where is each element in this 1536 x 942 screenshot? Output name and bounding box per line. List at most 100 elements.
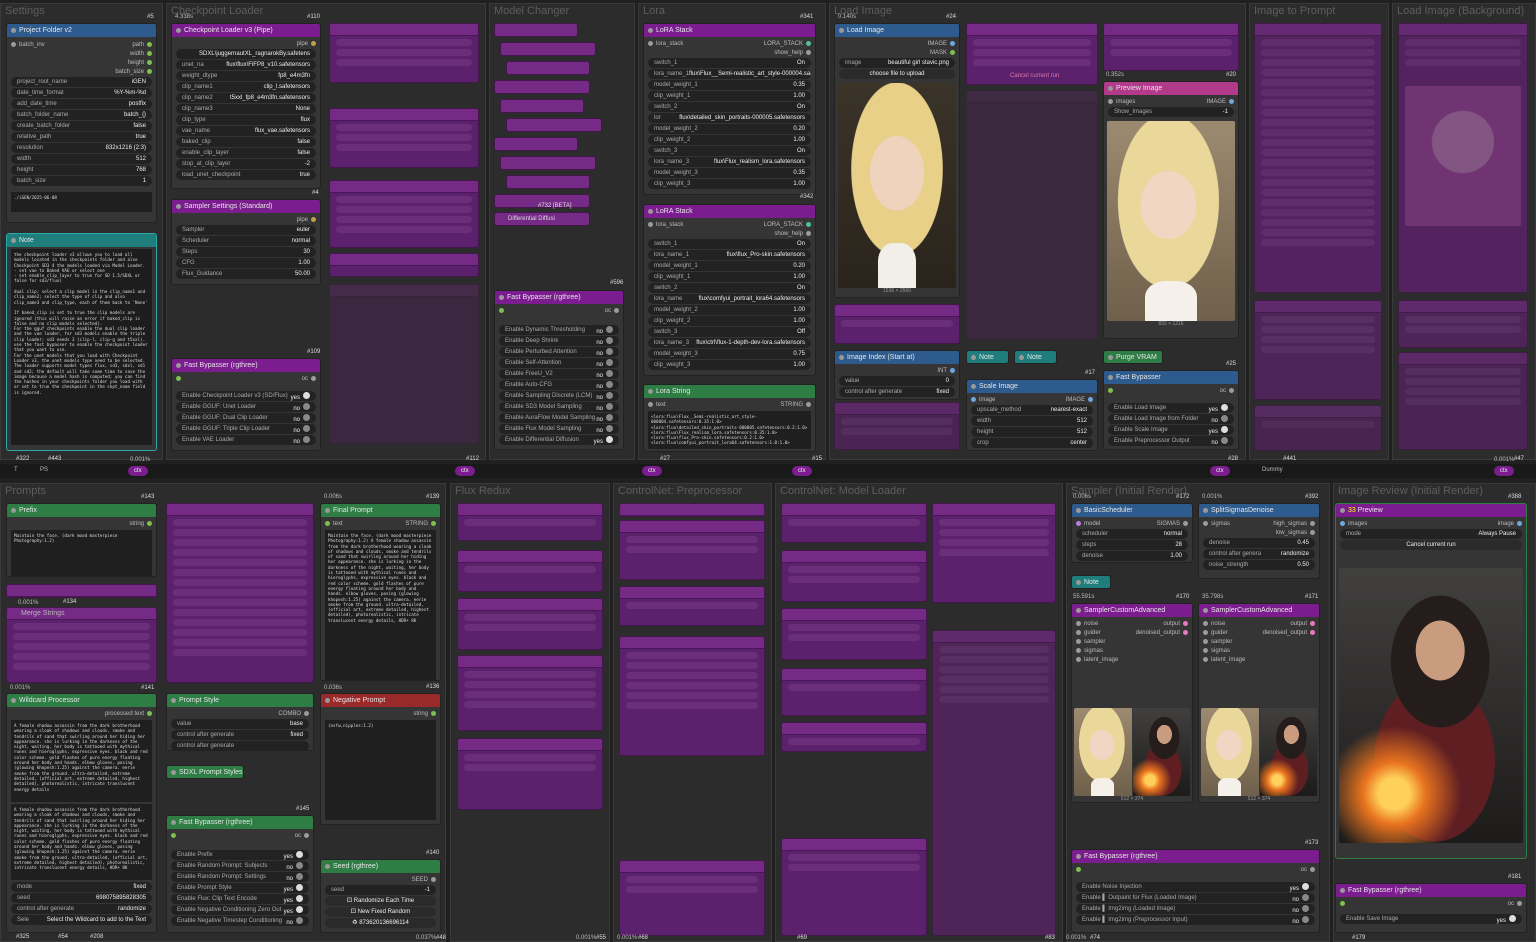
node-title[interactable]: Sampler Settings (Standard) <box>172 200 320 213</box>
output-slot[interactable]: IMAGE <box>1207 99 1234 105</box>
workflow-canvas[interactable]: Settings Checkpoint Loader Model Changer… <box>0 0 1536 942</box>
widget-lor[interactable]: lor flux\detailed_skin_portraits-000005.s… <box>648 113 811 123</box>
bypassed-node[interactable] <box>329 284 479 444</box>
toggle-knob[interactable] <box>606 391 613 399</box>
negative-prompt-node[interactable]: Negative Prompt string (nsfw,nipples:1.2… <box>320 693 441 825</box>
node-title[interactable]: Project Folder v2 <box>7 24 156 37</box>
node-title[interactable]: Note <box>7 234 156 247</box>
toggle-enable-auto-cfg[interactable]: Enable Auto-CFG no <box>499 380 619 390</box>
toggle-enable-preprocessor-output[interactable]: Enable Preprocessor Output no <box>1108 436 1234 446</box>
widget-lora-name-1[interactable]: lora_name_1 flux\Flux__Semi-realistic_art… <box>648 69 811 79</box>
input-slot[interactable]: text <box>325 521 343 527</box>
prefix-node[interactable]: Prefix string Maintain the face. (dark m… <box>6 503 157 577</box>
output-slot[interactable]: STRING <box>405 521 436 527</box>
node-title[interactable]: Fast Bypasser (rgthree) <box>495 291 623 304</box>
output-slot[interactable]: MASK <box>930 50 955 56</box>
ctx-node[interactable]: ctx <box>642 466 662 476</box>
bypassed-node[interactable] <box>506 61 590 75</box>
toggle-knob[interactable] <box>606 435 613 443</box>
toggle-enable-self-attention[interactable]: Enable Self-Attention no <box>499 358 619 368</box>
toggle-enable-gguf-dual-clip-loader[interactable]: Enable GGUF: Dual Clip Loader no <box>176 413 316 423</box>
node-title[interactable]: Lora String <box>644 385 815 398</box>
split-sigmas-node[interactable]: SplitSigmasDenoise sigmas high_sigmas low… <box>1198 503 1320 579</box>
output-slot[interactable]: output <box>1290 621 1315 627</box>
bypassed-node[interactable] <box>329 23 479 83</box>
widget-resolution[interactable]: resolution 832x1216 (2:3) <box>11 143 152 153</box>
widget-control-after-genera[interactable]: control after genera randomize <box>1203 549 1315 559</box>
bypassed-node[interactable] <box>1398 300 1528 348</box>
widget-switch-1[interactable]: switch_1 On <box>648 239 811 249</box>
scale-image-node[interactable]: Scale Image image IMAGE upscale_method nea… <box>966 379 1098 451</box>
node-title[interactable]: Prefix <box>7 504 156 517</box>
toggle-knob[interactable] <box>303 402 310 410</box>
widget-steps[interactable]: Steps 30 <box>176 247 316 257</box>
seed-node[interactable]: Seed (rgthree) SEED seed -1 ⚀ Randomize E… <box>320 859 441 933</box>
input-slot[interactable]: noise <box>1203 621 1225 627</box>
output-slot[interactable]: STRING <box>780 402 811 408</box>
widget-project-root-name[interactable]: project_root_name iGEN <box>11 77 152 87</box>
bypassed-node[interactable] <box>506 175 590 189</box>
widget-control-after-generate[interactable]: control after generate randomize <box>11 904 152 914</box>
widget-lora-name-3[interactable]: lora_name_3 flux\ctrl\flux-1-depth-dev-lo… <box>648 338 811 348</box>
widget-switch-2[interactable]: switch_2 On <box>648 283 811 293</box>
widget-clip-name2[interactable]: clip_name2 t5xxl_fp8_e4m3fn.safetensors <box>176 93 316 103</box>
output-slot[interactable]: oc <box>1301 867 1315 873</box>
toggle-knob[interactable] <box>606 325 613 333</box>
mode-select[interactable]: mode Always Pause <box>1340 529 1522 539</box>
node-title[interactable]: BasicScheduler <box>1072 504 1192 517</box>
negative-prompt-text[interactable]: (nsfw,nipples:1.2) <box>325 720 436 820</box>
bypassed-node[interactable] <box>781 722 927 752</box>
toggle-enable-dynamic-thresholding[interactable]: Enable Dynamic Thresholding no <box>499 325 619 335</box>
bypassed-node[interactable] <box>619 586 765 626</box>
toggle-knob[interactable] <box>296 916 303 924</box>
input-slot[interactable]: lora_stack <box>648 222 683 228</box>
node-title[interactable]: Checkpoint Loader v3 (Pipe) <box>172 24 320 37</box>
output-slot[interactable]: IMAGE <box>928 41 955 47</box>
widget-clip-weight-3[interactable]: clip_weight_3 1.00 <box>648 360 811 370</box>
merge-strings-node[interactable]: Merge Strings <box>6 607 157 683</box>
toggle-knob[interactable] <box>296 894 303 902</box>
node-title[interactable]: Fast Bypasser (rgthree) <box>167 816 313 829</box>
widget-mode[interactable]: mode fixed <box>11 882 152 892</box>
toggle-enable-random-prompt-subjects[interactable]: Enable Random Prompt: Subjects no <box>171 861 309 871</box>
widget-clip-name3[interactable]: clip_name3 None <box>176 104 316 114</box>
lora-string-node[interactable]: Lora String text STRING <lora:flux\Flux__… <box>643 384 816 452</box>
widget-model-weight-3[interactable]: model_weight_3 0.75 <box>648 349 811 359</box>
node-title[interactable]: SplitSigmasDenoise <box>1199 504 1319 517</box>
widget-lora-name-3[interactable]: lora_name_3 flux\Flux_realism_lora.safete… <box>648 157 811 167</box>
widget-flux-guidance[interactable]: Flux_Guidance 50.00 <box>176 269 316 279</box>
widget-clip-weight-1[interactable]: clip_weight_1 1.00 <box>648 272 811 282</box>
note-node[interactable]: Note <box>1071 575 1111 589</box>
node-title[interactable]: Fast Bypasser <box>1104 371 1238 384</box>
widget-vae-name[interactable]: vae_name flux_vae.safetensors <box>176 126 316 136</box>
input-slot[interactable]: sigmas <box>1076 648 1103 654</box>
output-slot[interactable]: pipe <box>297 41 316 47</box>
node-title[interactable]: Preview Image <box>1104 82 1238 95</box>
note-node[interactable]: Note <box>966 350 1009 364</box>
bypassed-node[interactable] <box>457 503 603 541</box>
output-slot[interactable]: oc <box>1508 901 1522 907</box>
bypassed-node[interactable] <box>966 90 1098 340</box>
widget-baked-clip[interactable]: baked_clip false <box>176 137 316 147</box>
node-title[interactable]: Final Prompt <box>321 504 440 517</box>
toggle-knob[interactable] <box>606 413 613 421</box>
final-prompt-node[interactable]: Final Prompt text STRING Maintain the fac… <box>320 503 441 681</box>
widget-width[interactable]: width 512 <box>11 154 152 164</box>
node-title[interactable]: LoRA Stack <box>644 24 815 37</box>
widget-switch-1[interactable]: switch_1 On <box>648 58 811 68</box>
toggle-knob[interactable] <box>1221 425 1228 433</box>
toggle-enable-gguf-triple-clip-loader[interactable]: Enable GGUF: Triple Clip Loader no <box>176 424 316 434</box>
node-title[interactable]: Fast Bypasser (rgthree) <box>172 359 320 372</box>
bypassed-node[interactable] <box>1103 23 1239 71</box>
widget-create-batch-folder[interactable]: create_batch_folder false <box>11 121 152 131</box>
output-slot[interactable]: low_sigmas <box>1276 530 1315 536</box>
input-slot[interactable]: guider <box>1203 630 1228 636</box>
toggle-enable-checkpoint-loader-v3-sd-flux[interactable]: Enable Checkpoint Loader v3 (SD/Flux) yes <box>176 391 316 401</box>
output-slot[interactable]: height <box>128 60 152 66</box>
bypassed-node[interactable] <box>781 608 927 660</box>
output-slot[interactable]: oc <box>605 308 619 314</box>
bypassed-node[interactable] <box>494 137 578 151</box>
node-title[interactable]: SamplerCustomAdvanced <box>1072 604 1192 617</box>
randomize-each-time-button[interactable]: ⚀ Randomize Each Time <box>325 896 436 906</box>
widget-crop[interactable]: crop center <box>971 438 1093 448</box>
